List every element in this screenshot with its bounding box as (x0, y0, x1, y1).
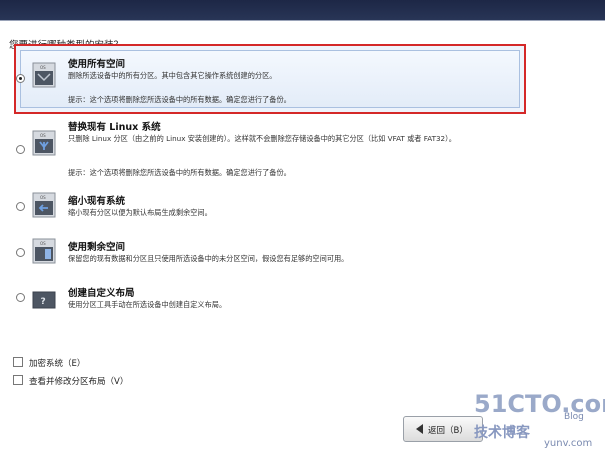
svg-text:OS: OS (40, 65, 46, 70)
option-title: 创建自定义布局 (68, 288, 135, 299)
option-tip: 提示：这个选项将删除您所选设备中的所有数据。确定您进行了备份。 (68, 168, 291, 177)
checkbox-label: 查看并修改分区布局（V） (29, 377, 129, 387)
radio-use-all-space[interactable] (16, 74, 25, 83)
svg-text:OS: OS (40, 133, 46, 138)
os-disk-free-icon: OS (32, 238, 56, 264)
checkbox-label: 加密系统（E） (29, 359, 86, 369)
option-shrink-existing[interactable]: OS 缩小现有系统 缩小现有分区以便为默认布局生成剩余空间。 (14, 190, 526, 224)
radio-use-free-space[interactable] (16, 248, 25, 257)
radio-custom-layout[interactable] (16, 293, 25, 302)
os-disk-full-icon: OS (32, 62, 56, 88)
svg-text:OS: OS (40, 241, 46, 246)
watermark: 51CTO.com 技术博客 Blog yunv.com (474, 390, 605, 449)
os-disk-replace-icon: OS (32, 130, 56, 156)
option-title: 使用剩余空间 (68, 242, 126, 253)
os-disk-shrink-icon: OS (32, 192, 56, 218)
option-desc: 使用分区工具手动在所选设备中创建自定义布局。 (68, 300, 227, 309)
radio-shrink-existing[interactable] (16, 202, 25, 211)
option-desc: 保留您的现有数据和分区且只使用所选设备中的未分区空间，假设您有足够的空间可用。 (68, 254, 349, 263)
back-arrow-icon (416, 424, 423, 434)
radio-replace-linux[interactable] (16, 145, 25, 154)
svg-text:?: ? (41, 297, 46, 307)
option-title: 使用所有空间 (68, 59, 126, 70)
question-disk-icon: ? (32, 286, 56, 312)
option-custom-layout[interactable]: ? 创建自定义布局 使用分区工具手动在所选设备中创建自定义布局。 (14, 282, 526, 316)
checkbox-box[interactable] (13, 375, 23, 385)
option-desc: 删除所选设备中的所有分区。其中包含其它操作系统创建的分区。 (68, 71, 277, 80)
option-tip: 提示：这个选项将删除您所选设备中的所有数据。确定您进行了备份。 (68, 95, 291, 104)
option-desc: 缩小现有分区以便为默认布局生成剩余空间。 (68, 208, 212, 217)
option-title: 替换现有 Linux 系统 (68, 122, 161, 133)
option-replace-linux[interactable]: OS 替换现有 Linux 系统 只删除 Linux 分区（由之前的 Linux… (14, 116, 526, 182)
option-title: 缩小现有系统 (68, 196, 126, 207)
option-use-all-space[interactable]: OS 使用所有空间 删除所选设备中的所有分区。其中包含其它操作系统创建的分区。 … (14, 44, 526, 114)
svg-text:OS: OS (40, 195, 46, 200)
review-layout-checkbox[interactable]: 查看并修改分区布局（V） (13, 375, 128, 387)
encrypt-system-checkbox[interactable]: 加密系统（E） (13, 357, 85, 369)
checkbox-box[interactable] (13, 357, 23, 367)
option-desc: 只删除 Linux 分区（由之前的 Linux 安装创建的）。这样就不会删除您存… (68, 134, 456, 143)
top-header-bar (0, 0, 605, 21)
option-use-free-space[interactable]: OS 使用剩余空间 保留您的现有数据和分区且只使用所选设备中的未分区空间，假设您… (14, 236, 526, 270)
